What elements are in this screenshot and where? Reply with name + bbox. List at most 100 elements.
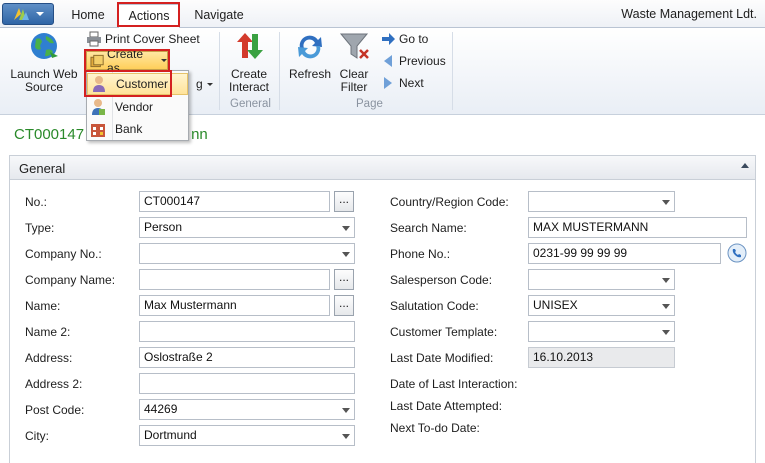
chevron-down-icon (662, 330, 670, 335)
previous-label: Previous (399, 54, 446, 68)
company-name-field[interactable] (139, 269, 330, 290)
page-title-tail: nn (191, 126, 208, 143)
ribbon-separator (279, 32, 280, 110)
address-label: Address: (25, 351, 73, 365)
tab-actions[interactable]: Actions (118, 4, 180, 28)
hidden-ribbon-dropdown-label: g (196, 77, 203, 91)
address2-field[interactable] (139, 373, 355, 394)
last-modified-label: Last Date Modified: (390, 351, 494, 365)
name-field[interactable]: Max Mustermann (139, 295, 330, 316)
salesperson-select[interactable] (528, 269, 675, 290)
name-assist-button[interactable]: ... (334, 295, 354, 316)
go-to-button[interactable]: Go to (380, 30, 428, 48)
address-field[interactable]: Oslostraße 2 (139, 347, 355, 368)
phone-label: Phone No.: (390, 247, 451, 261)
application-menu-button[interactable] (2, 3, 54, 25)
general-fasttab-header[interactable]: General (10, 156, 755, 180)
globe-icon (31, 33, 58, 59)
menu-item-vendor[interactable]: Vendor (87, 96, 188, 118)
address2-label: Address 2: (25, 377, 83, 391)
name-label: Name: (25, 299, 61, 313)
company-name-assist-button[interactable]: ... (334, 269, 354, 290)
go-to-label: Go to (399, 32, 429, 46)
last-attempted-label: Last Date Attempted: (390, 399, 503, 413)
chevron-down-icon (662, 304, 670, 309)
launch-web-source-button[interactable]: Launch Web Source (6, 30, 82, 94)
country-select[interactable] (528, 191, 675, 212)
chevron-down-icon (662, 200, 670, 205)
city-select[interactable]: Dortmund (139, 425, 355, 446)
create-interact-button[interactable]: Create Interact (224, 30, 274, 94)
no-assist-button[interactable]: ... (334, 191, 354, 212)
salesperson-label: Salesperson Code: (390, 273, 493, 287)
print-cover-sheet-button[interactable]: Print Cover Sheet (86, 30, 200, 48)
post-code-value: 44269 (144, 402, 178, 416)
company-no-select[interactable] (139, 243, 355, 264)
print-cover-sheet-label: Print Cover Sheet (105, 32, 200, 46)
salutation-value: UNISEX (533, 298, 578, 312)
go-to-arrow-icon (382, 33, 395, 45)
salutation-label: Salutation Code: (390, 299, 479, 313)
no-field[interactable]: CT000147 (139, 191, 330, 212)
customer-icon (93, 76, 105, 92)
create-interact-label: Create Interact (228, 67, 270, 94)
general-section-title: General (19, 161, 66, 176)
customer-template-select[interactable] (528, 321, 675, 342)
next-label: Next (399, 76, 424, 90)
search-name-label: Search Name: (390, 221, 467, 235)
printer-icon (87, 31, 101, 47)
salutation-select[interactable]: UNISEX (528, 295, 675, 316)
chevron-down-icon (36, 12, 44, 16)
hidden-ribbon-dropdown[interactable]: g (196, 75, 213, 93)
clear-filter-button[interactable]: Clear Filter (336, 30, 372, 94)
create-as-button[interactable]: Create as (86, 47, 168, 75)
chevron-down-icon (206, 82, 213, 86)
name2-field[interactable] (139, 321, 355, 342)
refresh-button[interactable]: Refresh (286, 30, 334, 81)
tab-navigate[interactable]: Navigate (188, 4, 250, 28)
ribbon-separator (219, 32, 220, 110)
company-no-label: Company No.: (25, 247, 102, 261)
dynamics-logo-icon (14, 8, 29, 20)
ribbon-tab-strip: Home Actions Navigate Waste Management L… (0, 0, 765, 28)
page-title: CT000147 nn (14, 126, 208, 143)
no-label: No.: (25, 195, 48, 209)
tab-home[interactable]: Home (62, 4, 114, 28)
city-value: Dortmund (144, 428, 197, 442)
type-select[interactable]: Person (139, 217, 355, 238)
phone-call-icon[interactable] (727, 243, 747, 263)
chevron-down-icon (342, 408, 350, 413)
chevron-down-icon (662, 278, 670, 283)
type-label: Type: (25, 221, 55, 235)
ribbon-separator (452, 32, 453, 110)
menu-item-vendor-label: Vendor (115, 100, 154, 114)
menu-item-customer[interactable]: Customer (87, 73, 188, 95)
customer-template-label: Customer Template: (390, 325, 498, 339)
chevron-down-icon (161, 59, 167, 62)
page-title-no: CT000147 (14, 126, 85, 143)
previous-button[interactable]: Previous (380, 52, 446, 70)
last-interaction-label: Date of Last Interaction: (390, 377, 518, 391)
search-name-field[interactable]: MAX MUSTERMANN (528, 217, 747, 238)
post-code-label: Post Code: (25, 403, 85, 417)
next-button[interactable]: Next (380, 74, 424, 92)
clear-filter-label: Clear Filter (339, 67, 369, 94)
collapse-chevron-icon[interactable] (741, 163, 749, 168)
chevron-down-icon (342, 252, 350, 257)
type-select-value: Person (144, 220, 183, 234)
next-arrow-icon (384, 77, 392, 89)
post-code-select[interactable]: 44269 (139, 399, 355, 420)
group-general-label: General (230, 98, 271, 110)
phone-field[interactable]: 0231-99 99 99 99 (528, 243, 721, 264)
chevron-down-icon (342, 434, 350, 439)
name2-label: Name 2: (25, 325, 71, 339)
previous-arrow-icon (384, 55, 392, 67)
company-name-label: Waste Management Ldt. (621, 7, 757, 21)
menu-item-customer-label: Customer (116, 77, 169, 91)
next-todo-label: Next To-do Date: (390, 421, 480, 435)
country-label: Country/Region Code: (390, 195, 509, 209)
launch-web-source-label: Launch Web Source (10, 67, 78, 94)
group-page-label: Page (356, 98, 383, 110)
create-interact-icon (237, 33, 263, 59)
chevron-down-icon (342, 226, 350, 231)
